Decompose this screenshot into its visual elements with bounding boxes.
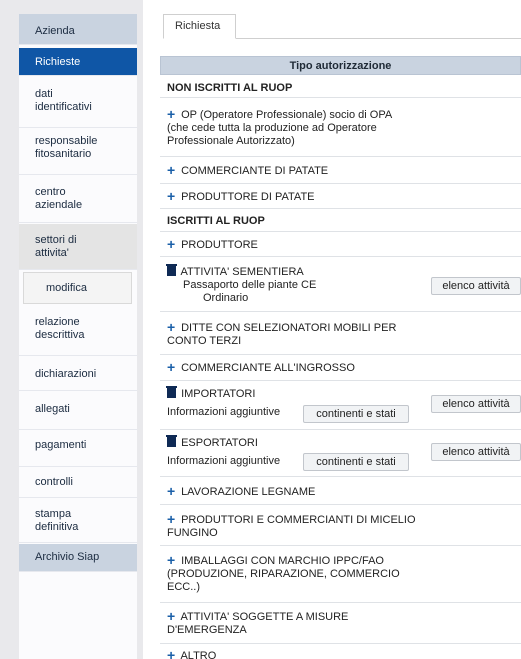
sidebar-item-azienda[interactable]: Azienda: [19, 14, 137, 45]
trash-icon[interactable]: [166, 264, 177, 276]
sementiera-label: ATTIVITA' SEMENTIERA: [180, 266, 304, 278]
sidebar: Azienda Richieste dati identificativi res…: [19, 14, 137, 659]
legname-label: LAVORAZIONE LEGNAME: [181, 486, 316, 498]
sidebar-item-dati-identificativi[interactable]: dati identificativi: [19, 84, 137, 128]
emergenza-label-line1: ATTIVITA' SOGGETTE A MISURE: [180, 611, 349, 623]
sidebar-item-richieste[interactable]: Richieste: [19, 48, 137, 76]
commerciante-patate-label: COMMERCIANTE DI PATATE: [181, 165, 329, 177]
sidebar-item-relazione-descrittiva[interactable]: relazione descrittiva: [19, 308, 137, 356]
sidebar-item-responsabile-fitosanitario[interactable]: responsabile fitosanitario: [19, 129, 137, 175]
imballaggi-label-line1: IMBALLAGGI CON MARCHIO IPPC/FAO: [181, 555, 384, 567]
importatori-info-label: Informazioni aggiuntive: [167, 406, 281, 418]
sidebar-item-allegati[interactable]: allegati: [19, 392, 137, 430]
list-item-commerciante-ingrosso: + COMMERCIANTE ALL'INGROSSO: [160, 356, 521, 381]
trash-icon[interactable]: [166, 386, 177, 398]
esportatori-info-label: Informazioni aggiuntive: [167, 455, 281, 467]
plus-icon[interactable]: +: [167, 648, 178, 659]
plus-icon[interactable]: +: [167, 609, 178, 623]
plus-icon[interactable]: +: [167, 320, 178, 334]
ditte-label-line1: DITTE CON SELEZIONATORI MOBILI PER: [181, 322, 397, 334]
op-label-line3: Professionale Autorizzato): [167, 135, 295, 147]
list-item-altro: + ALTRO: [160, 645, 521, 659]
sidebar-item-settori-attivita[interactable]: settori di attivita': [19, 224, 137, 270]
ditte-label-line2: CONTO TERZI: [167, 335, 242, 347]
sidebar-item-stampa-definitiva[interactable]: stampa definitiva: [19, 499, 137, 543]
elenco-attivita-button-esportatori[interactable]: elenco attività: [431, 443, 521, 461]
trash-icon[interactable]: [166, 435, 177, 447]
importatori-label: IMPORTATORI: [181, 388, 256, 400]
list-item-micelio: + PRODUTTORI E COMMERCIANTI DI MICELIO F…: [160, 506, 521, 546]
elenco-attivita-button-importatori[interactable]: elenco attività: [431, 395, 521, 413]
sidebar-item-controlli[interactable]: controlli: [19, 468, 137, 498]
imballaggi-label-line3: ECC..): [167, 581, 200, 593]
section-non-iscritti: NON ISCRITTI AL RUOP: [160, 78, 521, 98]
op-label-line1: OP (Operatore Professionale) socio di OP…: [181, 109, 393, 121]
plus-icon[interactable]: +: [167, 553, 178, 567]
altro-label: ALTRO: [180, 650, 217, 659]
list-item-commerciante-patate: + COMMERCIANTE DI PATATE: [160, 158, 521, 184]
plus-icon[interactable]: +: [167, 237, 178, 251]
continenti-stati-button-esportatori[interactable]: continenti e stati: [303, 453, 409, 471]
plus-icon[interactable]: +: [167, 484, 178, 498]
sidebar-item-archivio-siap[interactable]: Archivio Siap: [19, 544, 137, 572]
imballaggi-label-line2: (PRODUZIONE, RIPARAZIONE, COMMERCIO: [167, 568, 400, 580]
emergenza-label-line2: D'EMERGENZA: [167, 624, 247, 636]
micelio-label-line2: FUNGINO: [167, 527, 218, 539]
produttore-label: PRODUTTORE: [181, 239, 258, 251]
micelio-label-line1: PRODUTTORI E COMMERCIANTI DI MICELIO: [181, 514, 416, 526]
list-item-imballaggi: + IMBALLAGGI CON MARCHIO IPPC/FAO (PRODU…: [160, 547, 521, 603]
sidebar-item-centro-aziendale[interactable]: centro aziendale: [19, 176, 137, 223]
list-item-produttore: + PRODUTTORE: [160, 233, 521, 257]
table-header: Tipo autorizzazione: [160, 56, 521, 75]
elenco-attivita-button[interactable]: elenco attività: [431, 277, 521, 295]
list-item-misure-emergenza: + ATTIVITA' SOGGETTE A MISURE D'EMERGENZ…: [160, 604, 521, 644]
section-iscritti: ISCRITTI AL RUOP: [160, 210, 521, 232]
esportatori-label: ESPORTATORI: [181, 437, 258, 449]
list-item-op: + OP (Operatore Professionale) socio di …: [160, 99, 521, 157]
produttore-patate-label: PRODUTTORE DI PATATE: [181, 191, 315, 203]
sidebar-item-dichiarazioni[interactable]: dichiarazioni: [19, 357, 137, 391]
sidebar-item-pagamenti[interactable]: pagamenti: [19, 431, 137, 467]
tab-divider: [236, 38, 521, 39]
continenti-stati-button-importatori[interactable]: continenti e stati: [303, 405, 409, 423]
list-item-ditte-selezionatori: + DITTE CON SELEZIONATORI MOBILI PER CON…: [160, 313, 521, 355]
plus-icon[interactable]: +: [167, 360, 178, 374]
plus-icon[interactable]: +: [167, 163, 178, 177]
sidebar-item-modifica[interactable]: modifica: [23, 272, 132, 304]
ingrosso-label: COMMERCIANTE ALL'INGROSSO: [181, 362, 355, 374]
list-item-lavorazione-legname: + LAVORAZIONE LEGNAME: [160, 478, 521, 505]
plus-icon[interactable]: +: [167, 107, 178, 121]
op-label-line2: (che cede tutta la produzione ad Operato…: [167, 122, 377, 134]
tab-richiesta[interactable]: Richiesta: [163, 14, 236, 39]
plus-icon[interactable]: +: [167, 512, 178, 526]
list-item-produttore-patate: + PRODUTTORE DI PATATE: [160, 185, 521, 209]
plus-icon[interactable]: +: [167, 189, 178, 203]
